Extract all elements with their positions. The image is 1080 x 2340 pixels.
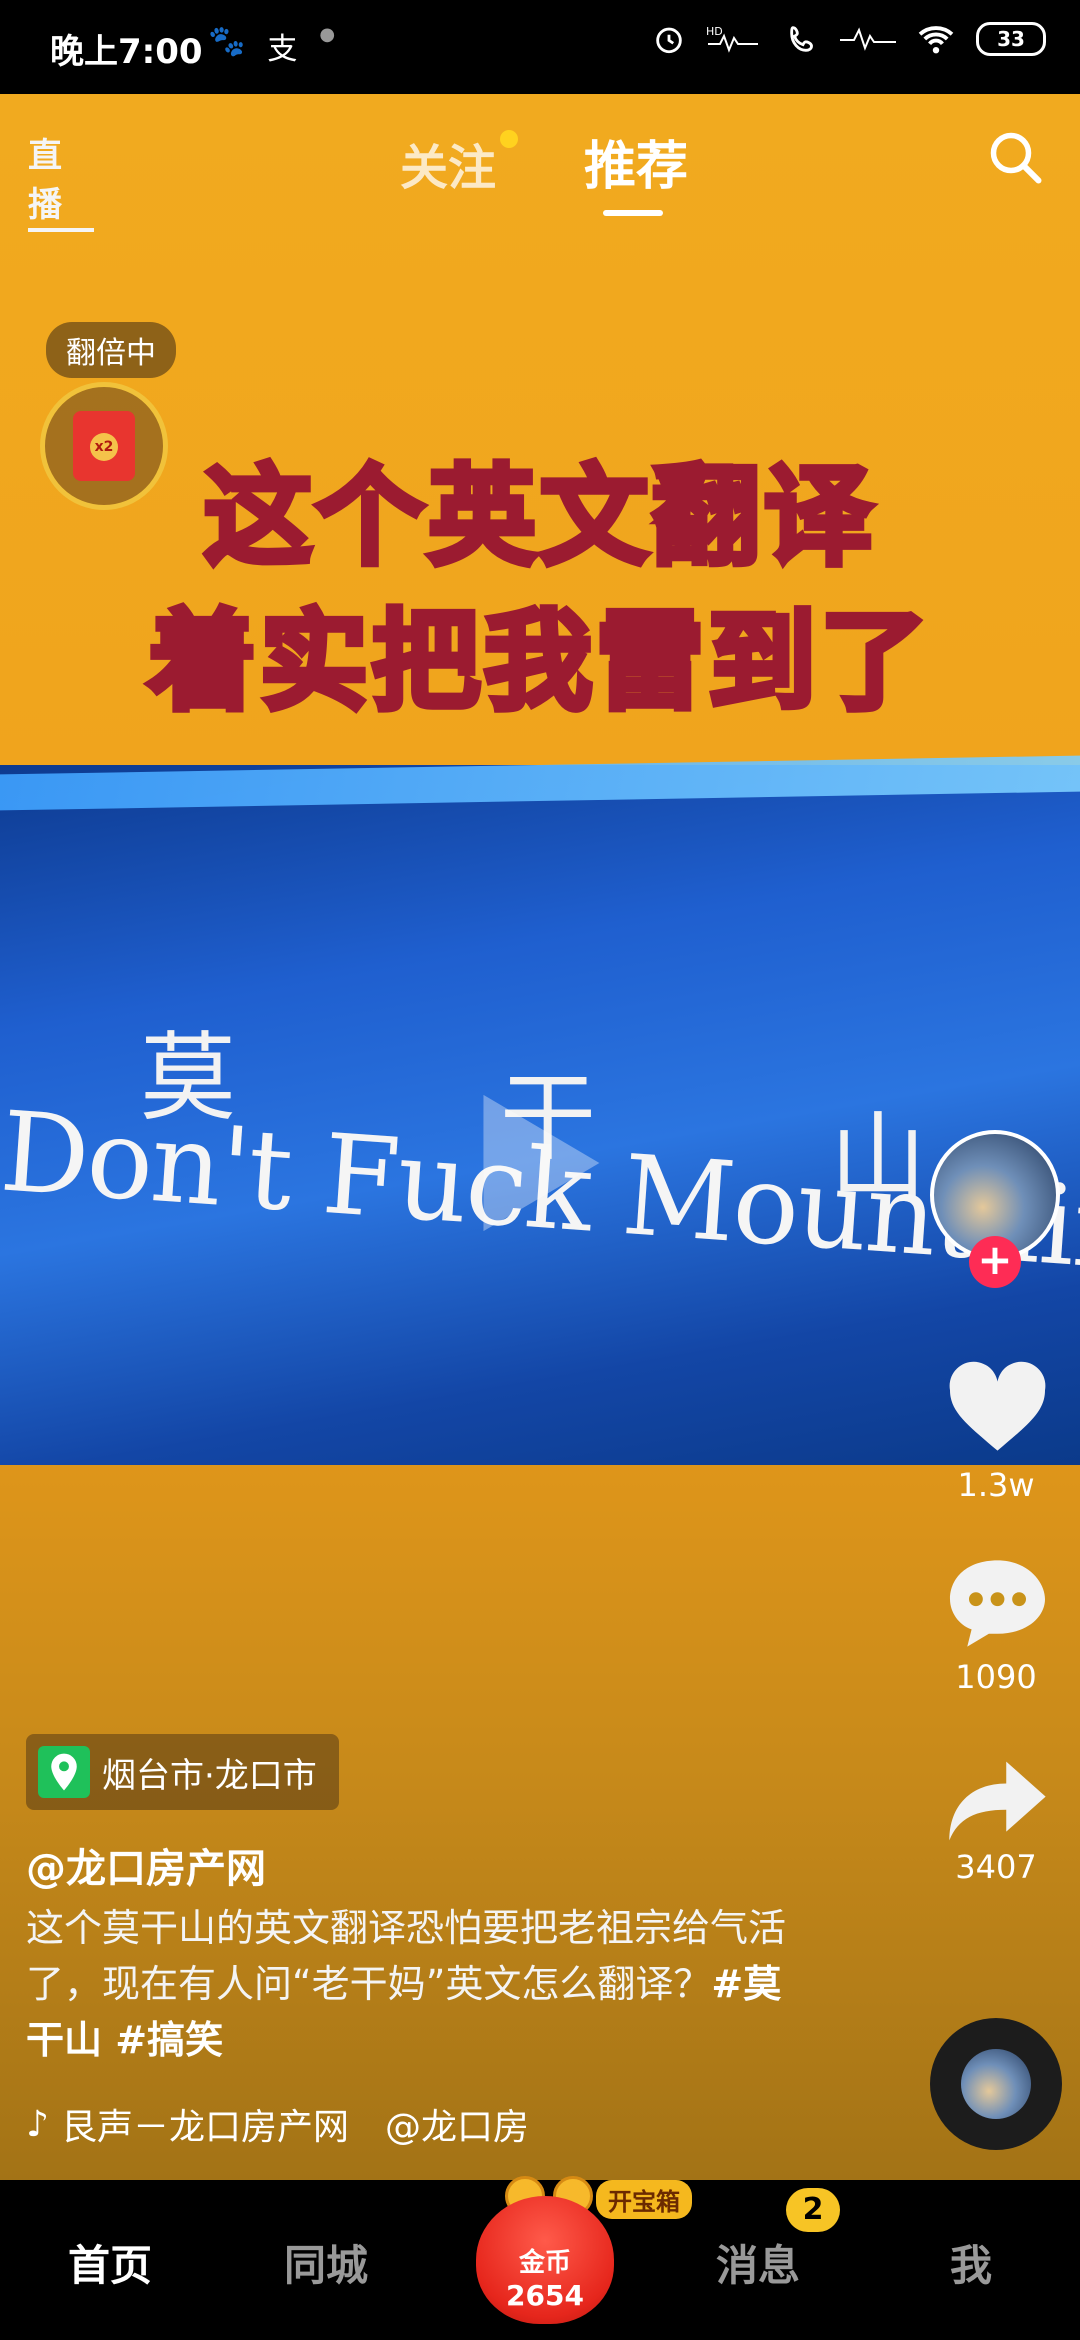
- location-chip[interactable]: 烟台市·龙口市: [26, 1734, 339, 1810]
- baidu-icon: 🐾: [208, 24, 246, 59]
- messages-badge: 2: [786, 2188, 840, 2232]
- status-time: 晚上7:00: [50, 32, 203, 72]
- nav-local[interactable]: 同城: [284, 2232, 368, 2293]
- music-title: 艮声－龙口房产网 @龙口房: [60, 2107, 526, 2148]
- author-name[interactable]: @龙口房产网: [26, 1836, 266, 1894]
- follow-button[interactable]: +: [969, 1236, 1021, 1288]
- caption-text: 这个莫干山的英文翻译恐怕要把老祖宗给气活了，现在有人问“老干妈”英文怎么翻译？: [26, 1906, 787, 2006]
- svg-text:HD: HD: [706, 25, 723, 38]
- reward-button[interactable]: x2: [40, 382, 168, 510]
- tab-active-indicator: [603, 210, 663, 216]
- tab-follow[interactable]: 关注: [400, 128, 496, 198]
- status-right-icons: HD 33: [652, 22, 1046, 56]
- reward-multiplier: x2: [90, 433, 118, 461]
- alarm-icon: [656, 27, 682, 54]
- alipay-icon: 支: [267, 32, 298, 67]
- music-info[interactable]: ♪ 艮声－龙口房产网 @龙口房: [26, 2098, 526, 2150]
- location-text: 烟台市·龙口市: [102, 1755, 317, 1796]
- tab-recommend[interactable]: 推荐: [584, 124, 688, 199]
- share-count: 3407: [955, 1848, 1037, 1886]
- wifi-icon: [918, 26, 954, 54]
- reward-status-label: 翻倍中: [46, 322, 176, 378]
- red-envelope-icon: x2: [73, 411, 135, 481]
- follow-new-dot: [500, 130, 518, 148]
- nav-messages[interactable]: 消息: [716, 2232, 800, 2293]
- live-button[interactable]: 直播: [28, 128, 94, 232]
- music-disc[interactable]: [930, 2018, 1062, 2150]
- call-icon: [790, 26, 813, 52]
- coin-value: 2654: [506, 2279, 584, 2312]
- signal-icon: [840, 27, 896, 51]
- comment-icon[interactable]: [945, 1556, 1050, 1651]
- treasure-box-label[interactable]: 开宝箱: [596, 2180, 692, 2219]
- coin-label: 金币: [518, 2248, 571, 2278]
- search-icon[interactable]: [986, 128, 1046, 188]
- live-label: 直播: [28, 136, 62, 225]
- location-pin-icon: [38, 1746, 90, 1798]
- music-note-icon: ♪: [26, 2103, 49, 2145]
- status-left-icons: 🐾 支 ●: [208, 24, 335, 68]
- live-underline-icon: [28, 228, 94, 232]
- play-icon[interactable]: [468, 1088, 608, 1238]
- post-caption: 这个莫干山的英文翻译恐怕要把老祖宗给气活了，现在有人问“老干妈”英文怎么翻译？#…: [26, 1900, 786, 2068]
- battery-indicator: 33: [976, 22, 1046, 56]
- coin-bag-button[interactable]: 金币 2654: [476, 2196, 614, 2324]
- dot-icon: ●: [319, 24, 336, 45]
- heart-icon[interactable]: [945, 1360, 1050, 1455]
- music-cover: [961, 2049, 1031, 2119]
- status-bar: 晚上7:00 🐾 支 ● HD 33: [0, 0, 1080, 94]
- share-icon[interactable]: [945, 1756, 1050, 1846]
- video-title-line2: 着实把我雷到了: [145, 596, 932, 728]
- comment-count: 1090: [955, 1658, 1037, 1696]
- nav-me[interactable]: 我: [950, 2232, 992, 2293]
- like-count: 1.3w: [957, 1466, 1035, 1504]
- hd-signal-icon: HD: [706, 25, 758, 53]
- nav-home[interactable]: 首页: [68, 2232, 152, 2293]
